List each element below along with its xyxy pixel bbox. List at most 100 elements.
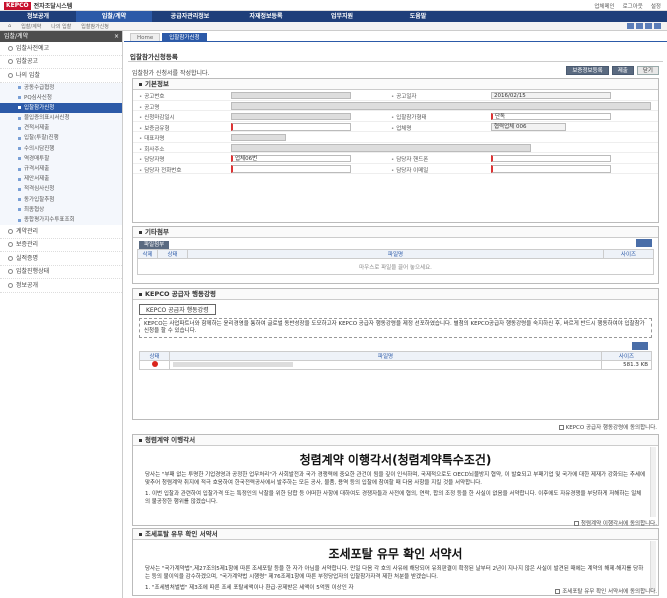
- basic-info-title-text: 기본정보: [145, 80, 169, 88]
- util-link-settings[interactable]: 설정: [651, 2, 661, 10]
- integrity-text-1: 당사는 "부패 없는 투명한 기업경영과 공정한 업무처리"가 사회발전과 국가…: [145, 472, 645, 486]
- sidebar-sub-11[interactable]: 동가입찰추첨: [0, 194, 122, 205]
- breadcrumb-1[interactable]: 입찰/계약: [21, 23, 41, 30]
- tab-bid-apply[interactable]: 입찰참가신청: [162, 33, 207, 41]
- sidebar-sub-2[interactable]: 입찰참가신청: [0, 102, 122, 114]
- kepco-file-name[interactable]: [173, 361, 293, 367]
- main-nav: 정보공개 입찰/계약 공급자관리정보 자재정보등록 업무지원 도움말: [0, 11, 667, 22]
- sidebar-sub-4[interactable]: 견적서제출: [0, 123, 122, 134]
- close-button[interactable]: 닫기: [636, 66, 659, 75]
- tool-icon-2[interactable]: [636, 23, 643, 29]
- sidebar-sub-5[interactable]: 입찰(투찰)진행: [0, 133, 122, 144]
- label-guarantee: 보증금유형: [139, 124, 169, 132]
- sidebar-sub-label: 제안서제출: [24, 176, 50, 183]
- kepco-panel: KEPCO 공급자 행동강령 KEPCO 공급자 행동강령 KEPCO는 사업파…: [132, 288, 659, 420]
- row-address: 회사주소: [133, 143, 658, 153]
- bid-type-select[interactable]: 단독: [491, 112, 611, 120]
- sidebar-item-performance[interactable]: 실적증명: [0, 252, 122, 266]
- grid-toggle-icon[interactable]: [632, 342, 648, 350]
- sidebar-sub-label: 역경매투찰: [24, 155, 50, 162]
- integrity-scrollbar[interactable]: [650, 447, 656, 517]
- integrity-agree-checkbox[interactable]: [573, 520, 579, 526]
- sidebar-sub-13[interactable]: 종합평가지수투표조회: [0, 214, 122, 226]
- nav-info[interactable]: 정보공개: [0, 11, 76, 22]
- util-link-home[interactable]: 업체메인: [594, 2, 614, 10]
- integrity-agree[interactable]: 청렴계약 이행각서에 동의합니다.: [573, 519, 657, 527]
- sidebar-sub-3[interactable]: 물입증의표시서신청: [0, 113, 122, 124]
- circle-icon: [8, 45, 13, 51]
- logo[interactable]: KEPCO 전자조달시스템: [4, 1, 72, 10]
- sidebar-item-info[interactable]: 정보공개: [0, 279, 122, 293]
- col-filename: 파일명: [169, 351, 602, 361]
- sidebar-item-notice[interactable]: 입찰공고: [0, 56, 122, 69]
- action-buttons: 보증정보등록 제출 닫기: [566, 66, 659, 75]
- sidebar-item-my-bid[interactable]: 나의 입찰: [0, 69, 122, 83]
- tax-agree-checkbox[interactable]: [555, 588, 561, 594]
- tool-icon-1[interactable]: [627, 23, 634, 29]
- sidebar-sub-8[interactable]: 규격서제출: [0, 164, 122, 175]
- nav-help[interactable]: 도움말: [380, 11, 456, 22]
- bullet-icon: [18, 126, 21, 130]
- sidebar-item-label: 계약관리: [16, 227, 39, 235]
- grid-toggle-icon[interactable]: [636, 239, 652, 247]
- sidebar-sub-9[interactable]: 제안서제출: [0, 174, 122, 185]
- nav-support[interactable]: 업무지원: [304, 11, 380, 22]
- guarantee-register-button[interactable]: 보증정보등록: [566, 66, 609, 75]
- nav-material[interactable]: 자재정보등록: [228, 11, 304, 22]
- divider: [128, 61, 663, 62]
- attach-panel: 기타첨부 파일첨부 삭제 상태 파일명 사이즈 마우스로 파일을 끌어 놓으세요…: [132, 226, 659, 284]
- top-header: KEPCO 전자조달시스템 업체메인 로그아웃 설정: [0, 0, 667, 11]
- sidebar-sub-0[interactable]: 공동수급협정: [0, 82, 122, 93]
- kepco-title: KEPCO 공급자 행동강령: [133, 289, 658, 300]
- tool-icon-3[interactable]: [645, 23, 652, 29]
- kepco-box-title: KEPCO 공급자 행동강령: [139, 304, 216, 315]
- email-field[interactable]: [491, 165, 611, 173]
- tax-agree[interactable]: 조세포탈 유무 확인 서약서에 동의합니다.: [555, 587, 657, 595]
- sidebar-sub-1[interactable]: PQ심사신청: [0, 92, 122, 103]
- circle-icon: [8, 242, 13, 248]
- sidebar-item-bid-status[interactable]: 입찰진행상태: [0, 266, 122, 280]
- integrity-agree-label: 청렴계약 이행각서에 동의합니다.: [580, 521, 657, 527]
- sidebar-sub-6[interactable]: 수의시담진행: [0, 143, 122, 154]
- nav-bid-contract[interactable]: 입찰/계약: [76, 11, 152, 22]
- sidebar-sub-label: 종합평가지수투표조회: [24, 216, 75, 223]
- row-deadline: 신청마감일시 입찰참가형태 단독: [133, 111, 658, 122]
- sidebar-sub-7[interactable]: 역경매투찰: [0, 153, 122, 164]
- sidebar-item-guarantee[interactable]: 보증관리: [0, 239, 122, 253]
- sidebar-close-icon[interactable]: ×: [114, 31, 119, 42]
- mobile-field[interactable]: [491, 154, 611, 162]
- breadcrumb-2[interactable]: 나의 입찰: [51, 23, 71, 30]
- nav-supplier[interactable]: 공급자관리정보: [152, 11, 228, 22]
- page-description: 입찰참가 신청서를 작성합니다.: [132, 70, 210, 77]
- submit-button[interactable]: 제출: [611, 66, 634, 75]
- kepco-agree[interactable]: KEPCO 공급자 행동강령에 동의합니다.: [558, 423, 657, 431]
- sidebar-item-contract[interactable]: 계약관리: [0, 225, 122, 239]
- label-phone: 담당자 전화번호: [139, 166, 181, 174]
- phone-field[interactable]: [231, 165, 351, 173]
- square-icon: [139, 230, 142, 234]
- col-status: 상태: [139, 351, 170, 361]
- integrity-text-2: 1. 이번 입찰과 관련하여 입찰가격 또는 특정인의 낙찰을 위한 담합 등 …: [145, 491, 642, 505]
- guarantee-type-select[interactable]: [231, 123, 351, 131]
- basic-info-title: 기본정보: [133, 79, 658, 90]
- sidebar-item-label: 보증관리: [16, 241, 39, 249]
- util-link-logout[interactable]: 로그아웃: [623, 2, 643, 10]
- table-row[interactable]: 581.3 KB: [139, 360, 652, 370]
- attach-toolbar: 파일첨부: [133, 238, 658, 249]
- home-icon[interactable]: ⌂: [8, 23, 11, 30]
- kepco-agree-checkbox[interactable]: [558, 424, 564, 430]
- sidebar-item-pre-notice[interactable]: 입찰사전예고: [0, 42, 122, 56]
- bullet-icon: [18, 187, 21, 191]
- notice-no-field: [231, 91, 351, 99]
- sidebar-sub-10[interactable]: 적격심사신청: [0, 184, 122, 195]
- manager-field[interactable]: 업체06번: [231, 154, 351, 162]
- circle-icon: [8, 269, 13, 275]
- tool-icon-4[interactable]: [654, 23, 661, 29]
- tab-home[interactable]: Home: [130, 33, 161, 41]
- tax-scrollbar[interactable]: [650, 541, 656, 591]
- sidebar-sub-12[interactable]: 최종협상: [0, 204, 122, 215]
- bullet-icon: [18, 137, 21, 141]
- drop-zone-message[interactable]: 마우스로 파일을 끌어 놓으세요.: [137, 258, 654, 275]
- notice-name-field: [231, 102, 651, 110]
- file-attach-button[interactable]: 파일첨부: [139, 241, 170, 249]
